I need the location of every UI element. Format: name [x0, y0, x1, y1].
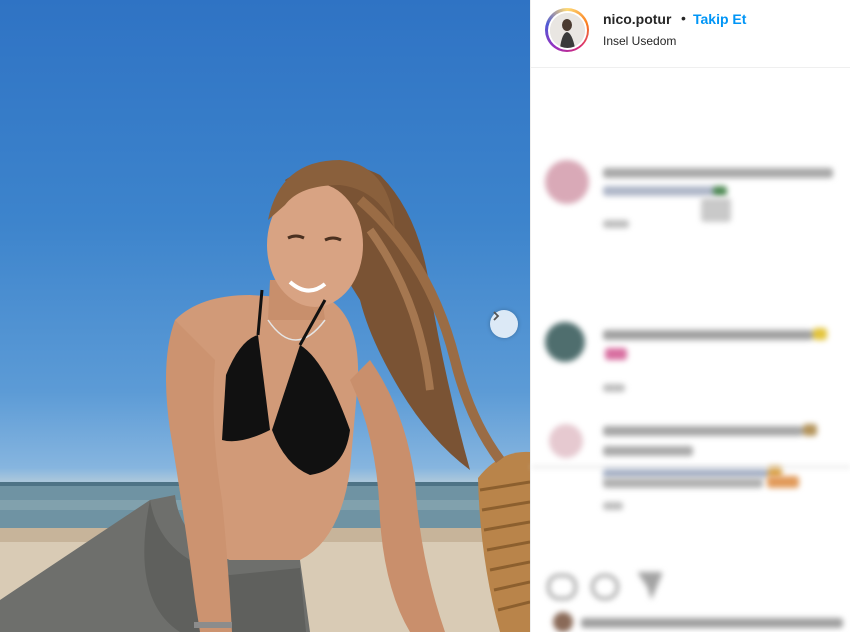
comment-text — [603, 426, 803, 436]
next-photo-button[interactable] — [490, 310, 518, 338]
comment-text — [603, 330, 813, 340]
comment-text — [603, 186, 723, 196]
beach-photo-illustration — [0, 160, 530, 632]
avatar[interactable] — [545, 322, 585, 362]
comment-text — [603, 446, 693, 456]
likes-text — [581, 618, 843, 628]
comment-text — [603, 478, 763, 488]
avatar[interactable] — [553, 612, 573, 632]
comment-meta — [603, 502, 623, 510]
load-more-icon[interactable] — [701, 198, 731, 222]
emoji-icon — [767, 476, 799, 488]
comment-meta — [603, 384, 625, 392]
divider — [531, 466, 850, 468]
emoji-icon — [803, 424, 817, 436]
avatar[interactable] — [549, 12, 585, 48]
comment-icon[interactable] — [591, 574, 619, 600]
comment-meta — [603, 220, 629, 228]
separator-dot: • — [681, 10, 686, 26]
username-link[interactable]: nico.potur — [603, 11, 671, 27]
share-icon[interactable] — [637, 572, 663, 600]
location-link[interactable]: Insel Usedom — [603, 34, 676, 48]
story-ring[interactable] — [545, 8, 589, 52]
emoji-icon — [713, 186, 727, 196]
emoji-icon — [605, 348, 627, 360]
emoji-icon — [813, 328, 827, 340]
post-header: nico.potur • Takip Et Insel Usedom — [531, 0, 850, 68]
comment-text — [603, 168, 833, 178]
post-side-panel: nico.potur • Takip Et Insel Usedom — [530, 0, 850, 632]
heart-icon[interactable] — [547, 574, 577, 600]
chevron-right-icon — [493, 311, 500, 321]
follow-button[interactable]: Takip Et — [693, 11, 746, 27]
post-photo — [0, 0, 530, 632]
avatar[interactable] — [545, 160, 589, 204]
avatar[interactable] — [549, 424, 583, 458]
comment-text — [603, 468, 768, 478]
